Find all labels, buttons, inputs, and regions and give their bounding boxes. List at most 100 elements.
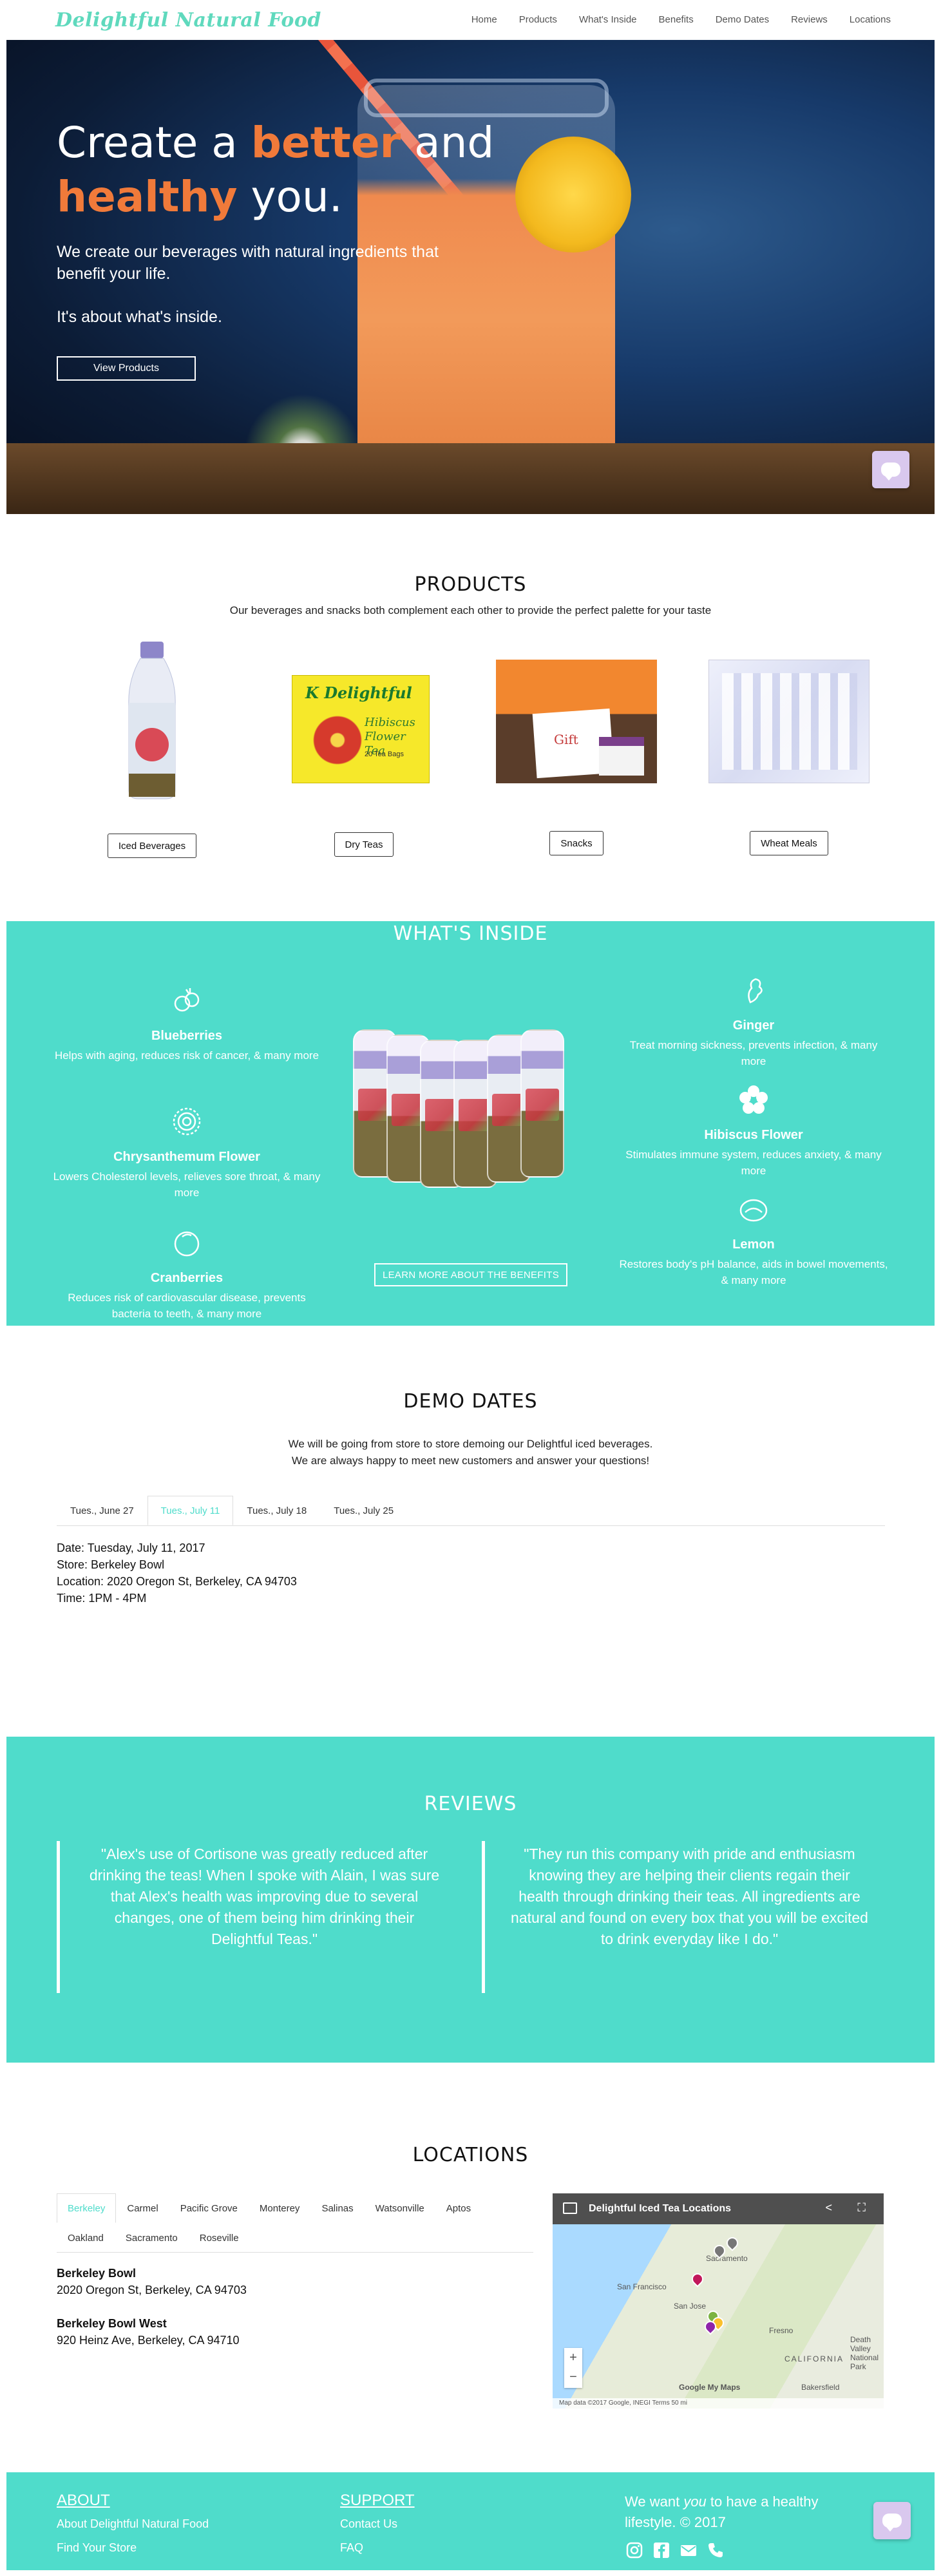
ingredient-desc: Stimulates immune system, reduces anxiet… [625,1149,882,1177]
nav-locations[interactable]: Locations [850,14,891,25]
tab-aptos[interactable]: Aptos [435,2193,482,2223]
view-products-button[interactable]: View Products [57,356,196,381]
locations-tabs-row: Oakland Sacramento Roseville [57,2223,533,2253]
lemon-icon [739,1199,768,1222]
tab-sacramento[interactable]: Sacramento [115,2223,189,2253]
demo-dates-subtitle-1: We will be going from store to store dem… [288,1438,653,1450]
brand-logo[interactable]: Delightful Natural Food [55,9,321,32]
tab-june-27[interactable]: Tues., June 27 [57,1496,147,1525]
tab-roseville[interactable]: Roseville [189,2223,250,2253]
email-icon[interactable] [679,2541,698,2560]
hibiscus-illustration [312,714,363,766]
footer-about-title: ABOUT [57,2492,110,2509]
hero-banner: Create a better and healthy you. We creat… [6,40,935,514]
demo-date: Date: Tuesday, July 11, 2017 [57,1541,205,1554]
bottles-image [353,1024,587,1192]
hero-headline-part: Create a [57,118,251,167]
nav-links: Home Products What's Inside Benefits Dem… [450,14,891,25]
ingredient-name: Lemon [732,1237,775,1252]
map-label-san-francisco: San Francisco [617,2282,667,2291]
ingredient-lemon: Lemon Restores body's pH balance, aids i… [618,1193,889,1288]
instagram-icon[interactable] [625,2541,644,2560]
locations-title: LOCATIONS [412,2144,529,2166]
map-header: Delightful Iced Tea Locations < ⛶ [553,2193,884,2224]
dry-teas-button[interactable]: Dry Teas [334,832,394,857]
chat-button[interactable] [872,451,909,488]
map-legend-icon[interactable] [563,2202,577,2214]
footer-tagline-em: you [683,2494,707,2510]
ingredient-name: Chrysanthemum Flower [113,1150,260,1164]
chat-icon [881,463,900,481]
tab-salinas[interactable]: Salinas [310,2193,364,2223]
map-label-sacramento: Sacramento [706,2254,748,2263]
map-zoom-controls[interactable]: + − [564,2348,582,2388]
zoom-out-icon[interactable]: − [564,2367,582,2387]
dry-tea-box-count: 20 Tea Bags [365,750,404,758]
zoom-in-icon[interactable]: + [564,2348,582,2367]
nav-reviews[interactable]: Reviews [791,14,828,25]
nav-whats-inside[interactable]: What's Inside [579,14,637,25]
whats-inside-title: WHAT'S INSIDE [393,922,548,945]
store-address: 920 Heinz Ave, Berkeley, CA 94710 [57,2334,240,2347]
products-subtitle: Our beverages and snacks both complement… [229,604,712,616]
locations-tabs: Berkeley Carmel Pacific Grove Monterey S… [57,2193,533,2253]
snacks-button[interactable]: Snacks [549,831,604,855]
map-title: Delightful Iced Tea Locations [589,2203,732,2214]
learn-more-benefits-button[interactable]: LEARN MORE ABOUT THE BENEFITS [374,1263,567,1286]
tab-berkeley[interactable]: Berkeley [57,2193,117,2223]
ingredient-blueberries: Blueberries Helps with aging, reduces ri… [52,984,322,1064]
hero-headline-accent: better [251,118,401,167]
demo-store: Store: Berkeley Bowl [57,1558,165,1571]
tab-july-11[interactable]: Tues., July 11 [147,1496,234,1525]
tab-pacific-grove[interactable]: Pacific Grove [169,2193,249,2223]
tab-july-18[interactable]: Tues., July 18 [233,1496,320,1525]
nav-benefits[interactable]: Benefits [659,14,694,25]
footer-link-contact[interactable]: Contact Us [340,2517,415,2531]
footer-link-about[interactable]: About Delightful Natural Food [57,2517,209,2531]
map-label-san-jose: San Jose [674,2302,707,2311]
fullscreen-icon[interactable]: ⛶ [857,2201,866,2215]
phone-icon[interactable] [706,2541,725,2560]
locations-map[interactable]: Delightful Iced Tea Locations < ⛶ Sacram… [553,2193,884,2409]
hero-headline: Create a better and healthy you. [57,116,520,224]
nav-demo-dates[interactable]: Demo Dates [716,14,769,25]
nav-products[interactable]: Products [519,14,557,25]
demo-time: Time: 1PM - 4PM [57,1592,147,1605]
gift-card [599,737,644,776]
tab-watsonville[interactable]: Watsonville [365,2193,435,2223]
footer: ABOUT About Delightful Natural Food Find… [6,2472,935,2570]
store-entry: Berkeley Bowl 2020 Oregon St, Berkeley, … [57,2265,247,2298]
google-logo: Google My Maps [679,2383,741,2392]
ingredient-desc: Treat morning sickness, prevents infecti… [629,1039,878,1067]
map-pin[interactable] [724,2235,741,2251]
blueberries-icon [174,988,200,1012]
hero-headline-accent: healthy [57,172,238,222]
tab-carmel[interactable]: Carmel [116,2193,169,2223]
review-quote-2: "They run this company with pride and en… [482,1841,881,1993]
demo-dates-tabs: Tues., June 27 Tues., July 11 Tues., Jul… [57,1496,885,1526]
ingredient-name: Hibiscus Flower [704,1128,803,1142]
ingredient-desc: Restores body's pH balance, aids in bowe… [619,1258,888,1286]
map-pin[interactable] [689,2271,706,2287]
dry-tea-box-brand: K Delightful [305,683,412,702]
tab-monterey[interactable]: Monterey [249,2193,311,2223]
share-icon[interactable]: < [825,2201,832,2215]
chat-icon [882,2514,902,2532]
facebook-icon[interactable] [652,2541,671,2560]
wheat-meals-button[interactable]: Wheat Meals [750,831,828,855]
ingredient-desc: Helps with aging, reduces risk of cancer… [54,1049,319,1062]
map-label-death-valley: Death Valley National Park [850,2335,879,2371]
map-label-fresno: Fresno [769,2326,794,2335]
iced-beverages-button[interactable]: Iced Beverages [108,834,196,858]
ingredient-cranberries: Cranberries Reduces risk of cardiovascul… [52,1226,322,1322]
footer-link-faq[interactable]: FAQ [340,2541,415,2555]
chat-button-footer[interactable] [873,2502,911,2539]
footer-link-find-store[interactable]: Find Your Store [57,2541,209,2555]
ingredient-ginger: Ginger Treat morning sickness, prevents … [618,974,889,1069]
hero-jar-rim [364,79,609,117]
nav-home[interactable]: Home [471,14,497,25]
tab-oakland[interactable]: Oakland [57,2223,115,2253]
tab-july-25[interactable]: Tues., July 25 [320,1496,407,1525]
ingredient-desc: Reduces risk of cardiovascular disease, … [68,1292,306,1320]
map-label-california: CALIFORNIA [784,2354,844,2363]
